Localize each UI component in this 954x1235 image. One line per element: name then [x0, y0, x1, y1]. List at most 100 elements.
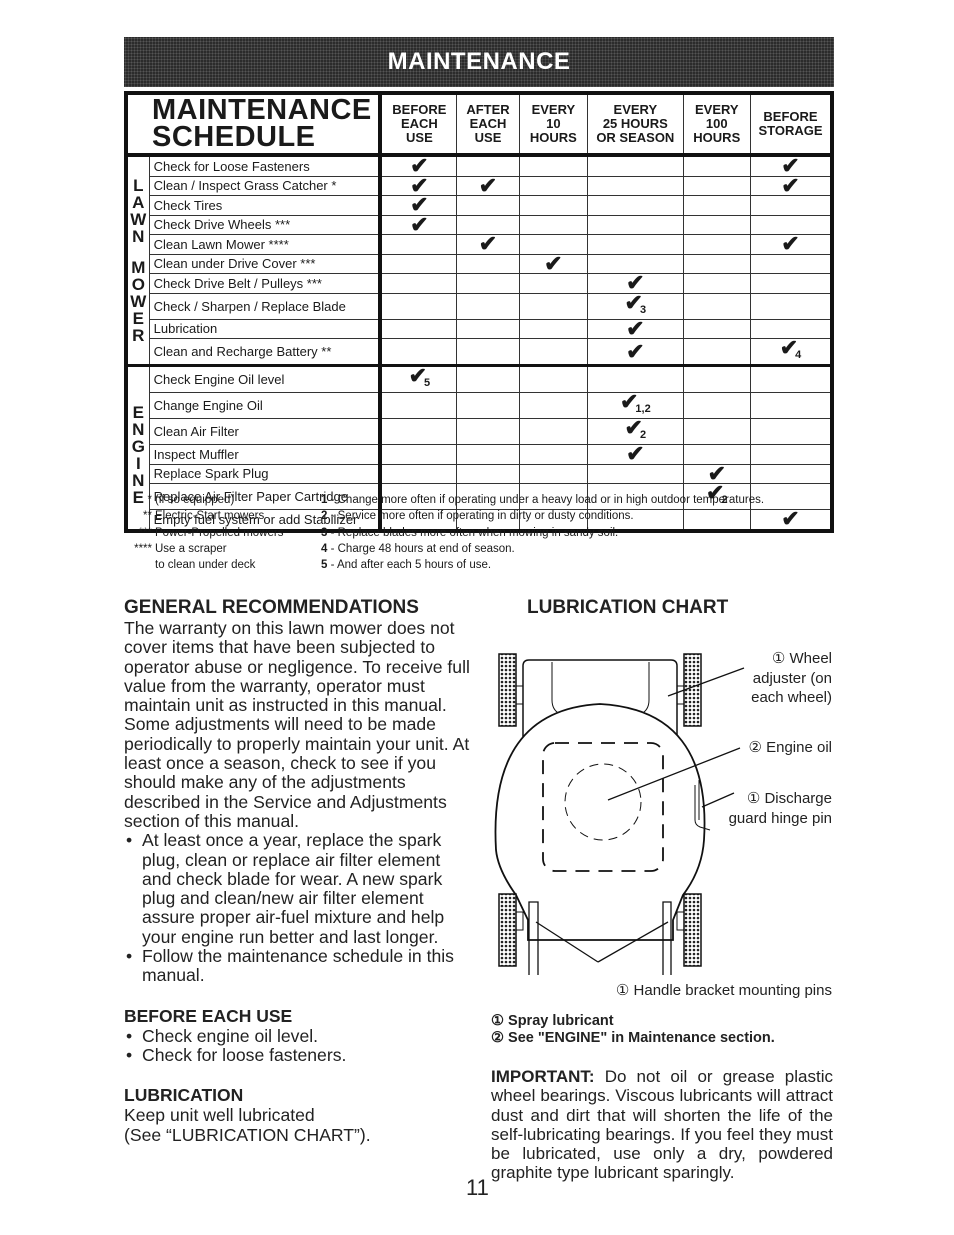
empty-cell	[518, 444, 589, 465]
empty-cell	[749, 195, 833, 216]
task-name: Clean and Recharge Battery **	[148, 338, 383, 366]
empty-cell	[379, 392, 458, 419]
lubrication-heading: LUBRICATION	[124, 1085, 244, 1106]
numbered-footnote: 5 - And after each 5 hours of use.	[321, 559, 492, 572]
empty-cell	[587, 234, 684, 255]
important-note: IMPORTANT: Do not oil or grease plastic …	[491, 1067, 833, 1183]
empty-cell	[587, 154, 684, 177]
lubrication-line-1: Keep unit well lubricated	[124, 1105, 315, 1126]
empty-cell	[749, 364, 833, 393]
empty-cell	[587, 214, 684, 235]
list-item: Check engine oil level.	[126, 1026, 474, 1046]
symbol-footnote: * (if so equipped)	[147, 494, 235, 506]
empty-cell	[749, 253, 833, 274]
check-mark-cell: ✔	[587, 443, 684, 465]
engine-oil-callout: ② Engine oil	[748, 739, 833, 756]
task-name: Change Engine Oil	[148, 392, 383, 419]
table-row: Clean / Inspect Grass Catcher * ✔ ✔ ✔	[126, 172, 833, 198]
empty-cell	[379, 273, 458, 294]
lubrication-diagram: ① Wheel adjuster (on each wheel) ② Engin…	[488, 640, 838, 1005]
before-each-use-list: Check engine oil level. Check for loose …	[124, 1026, 474, 1066]
empty-cell	[682, 214, 751, 235]
empty-cell	[518, 175, 589, 196]
empty-cell	[379, 292, 458, 320]
empty-cell	[456, 418, 520, 445]
table-row: Lubrication ✔	[126, 315, 833, 341]
maintenance-schedule-table: MAINTENANCE SCHEDULE BEFORE EACH USE AFTER…	[124, 91, 834, 533]
numbered-footnote: 3 - Replace blades more often when mowin…	[321, 526, 619, 539]
empty-cell	[587, 175, 684, 196]
empty-cell	[518, 273, 589, 294]
empty-cell	[379, 318, 458, 339]
empty-cell	[518, 154, 589, 177]
symbol-footnote: *** Power-Propelled mowers	[138, 526, 284, 539]
table-row: Replace Spark Plug ✔	[126, 462, 833, 484]
empty-cell	[749, 292, 833, 320]
check-icon: ✔	[478, 231, 498, 257]
empty-cell	[379, 463, 458, 484]
check-mark-cell: ✔	[379, 213, 458, 235]
table-row: Clean and Recharge Battery ** ✔ ✔4	[126, 337, 833, 366]
footnote-ref: 4	[795, 349, 802, 361]
general-recommendations-list: At least once a year, replace the spark …	[124, 831, 474, 985]
check-mark-cell: ✔	[456, 172, 520, 198]
empty-cell	[456, 338, 520, 366]
empty-cell	[749, 418, 833, 445]
task-name: Clean Air Filter	[148, 418, 383, 445]
empty-cell	[456, 392, 520, 419]
footnote-ref: 5	[424, 377, 431, 389]
numbered-footnote: 2 - Service more often if operating in d…	[321, 510, 634, 523]
symbol-footnote: ** Electric-Start mowers	[143, 510, 265, 523]
empty-cell	[456, 364, 520, 393]
empty-cell	[682, 318, 751, 339]
table-row: Clean under Drive Cover *** ✔	[126, 252, 833, 274]
empty-cell	[682, 234, 751, 255]
section-label-lawn-mower: LAWNMOWER	[125, 154, 150, 366]
empty-cell	[749, 392, 833, 419]
legend-item-spray: ① Spray lubricant	[491, 1013, 614, 1029]
check-icon: ✔	[478, 172, 498, 198]
page-number: 11	[466, 1175, 489, 1200]
handle-bracket-callout: ① Handle bracket mounting pins	[615, 982, 832, 999]
lubrication-legend: ① Spray lubricant ② See "ENGINE" in Main…	[491, 1013, 775, 1047]
check-mark-cell: ✔	[587, 338, 684, 366]
empty-cell	[682, 273, 751, 294]
task-name: Check Drive Wheels ***	[148, 214, 383, 235]
empty-cell	[682, 195, 751, 216]
empty-cell	[456, 463, 520, 484]
front-right-wheel	[683, 653, 702, 727]
empty-cell	[749, 463, 833, 484]
rear-right-wheel	[683, 893, 702, 967]
empty-cell	[749, 444, 833, 465]
numbered-footnotes: 1 - Change more often if operating under…	[321, 492, 841, 573]
check-icon: ✔	[626, 338, 645, 364]
empty-cell	[587, 463, 684, 484]
task-name: Check Drive Belt / Pulleys ***	[148, 273, 383, 294]
table-row: Check / Sharpen / Replace Blade ✔3	[126, 291, 833, 320]
table-row: E N G I N E Check Engine Oil level ✔5	[125, 364, 833, 531]
footnote-ref: 3	[639, 303, 647, 316]
table-row: Change Engine Oil ✔1,2	[126, 391, 833, 419]
task-name: Lubrication	[148, 318, 383, 339]
footnote-ref: 2	[639, 429, 647, 441]
empty-cell	[682, 253, 751, 274]
empty-cell	[379, 444, 458, 465]
empty-cell	[682, 392, 751, 419]
empty-cell	[379, 338, 458, 366]
task-name: Check for Loose Fasteners	[148, 154, 383, 177]
before-each-use-heading: BEFORE EACH USE	[124, 1005, 293, 1026]
lubrication-chart-title: LUBRICATION CHART	[527, 597, 729, 618]
wheel-adjuster-callout: ① Wheel adjuster (on each wheel)	[751, 650, 832, 706]
empty-cell	[682, 292, 751, 320]
check-mark-cell: ✔	[456, 233, 520, 255]
column-header: BEFORE EACH USE	[379, 92, 458, 157]
empty-cell	[518, 392, 589, 419]
front-left-wheel	[498, 653, 517, 727]
empty-cell	[518, 195, 589, 216]
check-icon: ✔	[626, 315, 645, 341]
empty-cell	[682, 338, 751, 366]
important-label: IMPORTANT:	[491, 1067, 595, 1086]
column-header: AFTER EACH USE	[456, 92, 520, 157]
column-header: BEFORE STORAGE	[749, 92, 833, 157]
check-icon: ✔	[781, 172, 800, 198]
